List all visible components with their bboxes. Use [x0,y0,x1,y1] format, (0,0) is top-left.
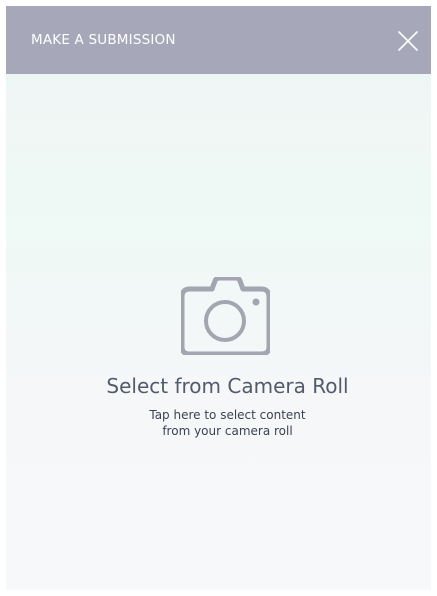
header-title: MAKE A SUBMISSION [31,32,176,48]
description-line-2: from your camera roll [162,424,293,438]
close-button[interactable] [396,29,420,53]
header-bar: MAKE A SUBMISSION [6,6,431,74]
camera-roll-description[interactable]: Tap here to select content from your cam… [94,404,361,441]
description-line-1: Tap here to select content [149,408,306,422]
close-x-icon [396,29,420,53]
submission-screen: MAKE A SUBMISSION Select from Camera Rol… [6,6,431,590]
select-camera-roll-option[interactable]: Select from Camera Roll Tap here to sele… [94,276,361,441]
camera-icon [181,277,270,355]
camera-icon-area[interactable] [94,276,361,368]
camera-roll-title[interactable]: Select from Camera Roll [94,368,361,404]
